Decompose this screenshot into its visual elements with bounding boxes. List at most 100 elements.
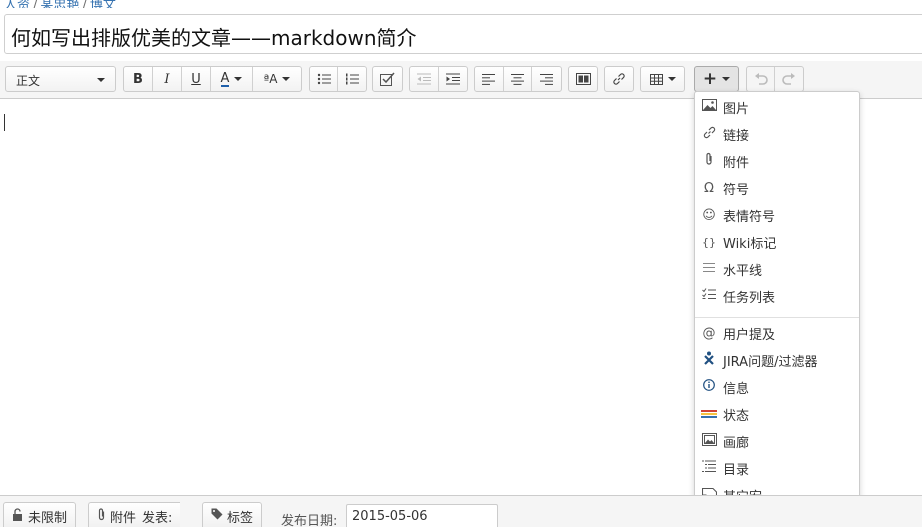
paragraph-format-label: 正文 xyxy=(16,74,41,88)
menu-item-label: 任务列表 xyxy=(723,290,776,306)
layout-group xyxy=(568,66,598,92)
align-right-icon xyxy=(540,73,554,85)
link-button[interactable] xyxy=(605,67,633,91)
page-layout-button[interactable] xyxy=(569,67,597,91)
underline-button[interactable]: U xyxy=(182,67,211,91)
text-cursor xyxy=(4,114,5,131)
menu-item-label: 目录 xyxy=(723,462,750,478)
menu-item-wiki-markup[interactable]: {} Wiki标记 xyxy=(695,230,859,254)
menu-item-label: 水平线 xyxy=(723,263,763,279)
align-center-button[interactable] xyxy=(504,67,533,91)
redo-button[interactable] xyxy=(775,67,803,91)
breadcrumb-item[interactable]: 某忠艳 xyxy=(40,0,79,8)
menu-item-attachment[interactable]: 附件 xyxy=(695,149,859,173)
bold-button[interactable]: B xyxy=(124,67,153,91)
editor-footer: 未限制 附件 发表: 标签 发布日期: 2015-05-06 xyxy=(0,495,922,527)
unlock-icon xyxy=(12,507,24,525)
menu-item-label: 符号 xyxy=(723,182,750,198)
alignment-group xyxy=(474,66,562,92)
menu-item-label: 图片 xyxy=(723,101,750,117)
insert-menu: 图片 链接 附件 Ω 符号 ☺ 表情符号 {} Wiki标记 水平线 任务列表 … xyxy=(694,91,860,512)
breadcrumb-item[interactable]: 人资 xyxy=(4,0,30,8)
restrictions-button[interactable]: 未限制 xyxy=(3,502,77,527)
page-title-field[interactable]: 何如写出排版优美的文章——markdown简介 xyxy=(4,14,922,54)
attachments-button[interactable]: 附件 发表: xyxy=(88,502,181,527)
attachments-label: 附件 xyxy=(110,510,137,526)
menu-item-label: 画廊 xyxy=(723,435,750,451)
link-group xyxy=(604,66,634,92)
indent-button[interactable] xyxy=(439,67,467,91)
chevron-down-icon xyxy=(234,77,243,81)
plus-icon: + xyxy=(702,69,718,89)
menu-item-image[interactable]: 图片 xyxy=(695,95,859,119)
chevron-down-icon xyxy=(667,77,676,81)
publish-label: 发表: xyxy=(142,510,173,526)
table-group xyxy=(640,66,685,92)
text-style-button[interactable]: ªA xyxy=(253,67,301,91)
menu-item-label: 用户提及 xyxy=(723,327,776,343)
menu-item-task-list[interactable]: 任务列表 xyxy=(695,284,859,308)
menu-item-label: Wiki标记 xyxy=(723,236,777,252)
tag-icon xyxy=(211,508,223,524)
restrictions-label: 未限制 xyxy=(28,510,68,526)
link-icon xyxy=(613,73,625,85)
chevron-down-icon xyxy=(97,78,105,82)
history-group xyxy=(746,66,804,92)
task-list-button[interactable] xyxy=(373,67,402,91)
info-icon xyxy=(695,379,723,395)
numbered-list-button[interactable] xyxy=(338,67,366,91)
menu-item-link[interactable]: 链接 xyxy=(695,122,859,146)
align-center-icon xyxy=(511,73,524,85)
publish-date-input[interactable]: 2015-05-06 xyxy=(346,504,498,527)
indent-group xyxy=(409,66,468,92)
text-color-label: A xyxy=(220,70,230,87)
menu-item-status[interactable]: 状态 xyxy=(695,402,859,426)
menu-item-horizontal-rule[interactable]: 水平线 xyxy=(695,257,859,281)
outdent-button[interactable] xyxy=(410,67,439,91)
align-right-button[interactable] xyxy=(532,67,561,91)
omega-icon: Ω xyxy=(704,180,714,196)
task-group xyxy=(372,66,403,92)
indent-icon xyxy=(445,73,460,85)
labels-label: 标签 xyxy=(227,510,254,526)
page-title-input[interactable]: 何如写出排版优美的文章——markdown简介 xyxy=(11,22,417,51)
paperclip-icon xyxy=(97,507,106,525)
chevron-down-icon xyxy=(722,77,731,81)
task-list-icon xyxy=(695,288,723,304)
table-icon xyxy=(649,73,663,85)
table-button[interactable] xyxy=(641,67,684,91)
breadcrumb-item[interactable]: 博文 xyxy=(90,0,116,8)
text-style-label: ªA xyxy=(263,72,278,86)
text-color-button[interactable]: A xyxy=(211,67,253,91)
menu-item-user-mention[interactable]: @ 用户提及 xyxy=(695,321,859,345)
numbered-list-icon xyxy=(346,73,359,85)
italic-button[interactable]: I xyxy=(153,67,182,91)
menu-item-symbol[interactable]: Ω 符号 xyxy=(695,176,859,200)
horizontal-rule-icon xyxy=(695,262,723,277)
link-icon xyxy=(695,126,723,143)
align-left-button[interactable] xyxy=(475,67,504,91)
menu-item-label: JIRA问题/过滤器 xyxy=(723,354,818,370)
insert-more-button[interactable]: + xyxy=(694,66,739,92)
labels-button[interactable]: 标签 xyxy=(202,502,263,527)
menu-item-toc[interactable]: 目录 xyxy=(695,456,859,480)
bullet-list-button[interactable] xyxy=(310,67,339,91)
menu-item-info[interactable]: 信息 xyxy=(695,375,859,399)
smiley-icon: ☺ xyxy=(702,207,716,223)
menu-item-jira[interactable]: JIRA问题/过滤器 xyxy=(695,348,859,372)
paragraph-format-select[interactable]: 正文 xyxy=(5,66,116,92)
jira-icon xyxy=(695,351,723,369)
braces-icon: {} xyxy=(702,235,716,249)
list-group xyxy=(309,66,367,92)
breadcrumb: 人资 / 某忠艳 / 博文 xyxy=(4,0,116,8)
menu-item-gallery[interactable]: 画廊 xyxy=(695,429,859,453)
menu-item-label: 链接 xyxy=(723,128,750,144)
redo-icon xyxy=(782,72,795,85)
status-icon xyxy=(695,407,723,422)
menu-item-emoticon[interactable]: ☺ 表情符号 xyxy=(695,203,859,227)
undo-icon xyxy=(754,72,768,85)
toc-icon xyxy=(695,460,723,476)
undo-button[interactable] xyxy=(747,67,776,91)
breadcrumb-separator: / xyxy=(82,0,87,8)
menu-item-label: 状态 xyxy=(723,408,750,424)
